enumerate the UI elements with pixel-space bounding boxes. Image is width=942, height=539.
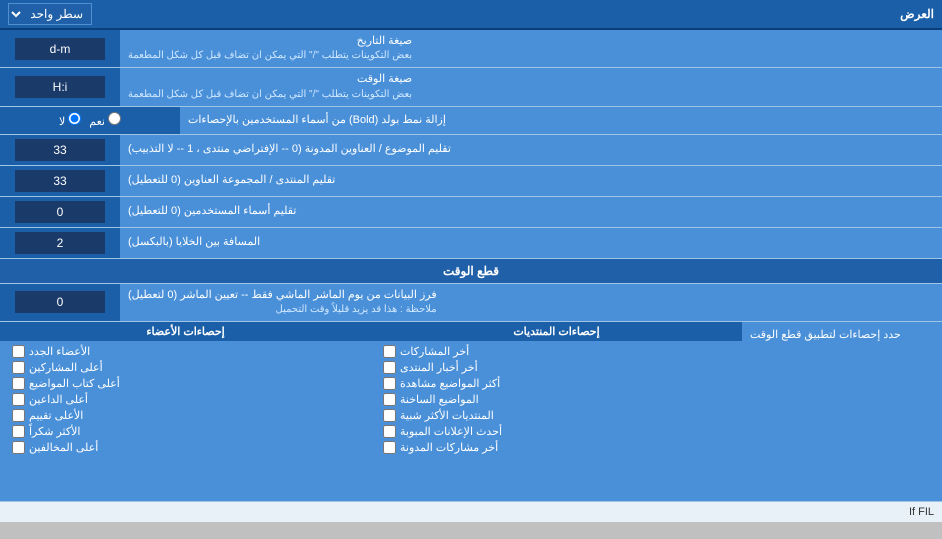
checkbox-posts-0: أخر المشاركات bbox=[379, 345, 734, 358]
checkbox-members-1: أعلى المشاركين bbox=[8, 361, 363, 374]
checkbox-members-0: الأعضاء الجدد bbox=[8, 345, 363, 358]
date-format-row: صيغة التاريخ بعض التكوينات يتطلب "/" الت… bbox=[0, 30, 942, 68]
bold-no-label: لا bbox=[59, 112, 81, 128]
members-checkbox-4[interactable] bbox=[12, 409, 25, 422]
cutoff-input-cell bbox=[0, 284, 120, 321]
checkbox-members-5: الأكثر شكراً bbox=[8, 425, 363, 438]
bold-no-radio[interactable] bbox=[68, 112, 81, 125]
posts-checkbox-6[interactable] bbox=[383, 441, 396, 454]
main-container: العرض سطر واحد سطران ثلاثة أسطر صيغة الت… bbox=[0, 0, 942, 522]
checkbox-posts-3: المواضيع الساخنة bbox=[379, 393, 734, 406]
posts-checkbox-1[interactable] bbox=[383, 361, 396, 374]
checkbox-posts-1: أخر أخبار المنتدى bbox=[379, 361, 734, 374]
members-checkbox-1[interactable] bbox=[12, 361, 25, 374]
trim-forum-row: تقليم المنتدى / المجموعة العناوين (0 للت… bbox=[0, 166, 942, 197]
posts-checkbox-4[interactable] bbox=[383, 409, 396, 422]
trim-users-label: تقليم أسماء المستخدمين (0 للتعطيل) bbox=[120, 197, 942, 227]
trim-users-input[interactable] bbox=[15, 201, 105, 223]
checkbox-posts-4: المنتديات الأكثر شبية bbox=[379, 409, 734, 422]
posts-checkbox-2[interactable] bbox=[383, 377, 396, 390]
display-dropdown[interactable]: سطر واحد سطران ثلاثة أسطر bbox=[8, 3, 92, 25]
trim-label: تقليم الموضوع / العناوين المدونة (0 -- ا… bbox=[120, 135, 942, 165]
bold-row: إزالة نمط بولد (Bold) من أسماء المستخدمي… bbox=[0, 107, 942, 135]
bold-label: إزالة نمط بولد (Bold) من أسماء المستخدمي… bbox=[180, 107, 942, 134]
cutoff-row: فرز البيانات من يوم الماشر الماشي فقط --… bbox=[0, 284, 942, 322]
header-row: العرض سطر واحد سطران ثلاثة أسطر bbox=[0, 0, 942, 30]
dropdown-wrapper: سطر واحد سطران ثلاثة أسطر bbox=[8, 3, 92, 25]
gap-row: المسافة بين الخلايا (بالبكسل) bbox=[0, 228, 942, 259]
cutoff-header: قطع الوقت bbox=[0, 259, 942, 284]
bottom-note: If FIL bbox=[0, 502, 942, 522]
checkbox-members-3: أعلى الداعين bbox=[8, 393, 363, 406]
date-format-label: صيغة التاريخ بعض التكوينات يتطلب "/" الت… bbox=[120, 30, 942, 67]
date-format-input[interactable] bbox=[15, 38, 105, 60]
checkbox-posts-5: أحدث الإعلانات المبوبة bbox=[379, 425, 734, 438]
date-format-input-cell bbox=[0, 30, 120, 67]
trim-row: تقليم الموضوع / العناوين المدونة (0 -- ا… bbox=[0, 135, 942, 166]
trim-forum-label: تقليم المنتدى / المجموعة العناوين (0 للت… bbox=[120, 166, 942, 196]
checkbox-posts-2: أكثر المواضيع مشاهدة bbox=[379, 377, 734, 390]
stats-area: حدد إحصاءات لتطبيق قطع الوقت إحصاءات الم… bbox=[0, 322, 942, 502]
cutoff-input[interactable] bbox=[15, 291, 105, 313]
members-checkboxes: الأعضاء الجدد أعلى المشاركين أعلى كتاب ا… bbox=[0, 341, 371, 461]
members-header: إحصاءات الأعضاء bbox=[0, 322, 371, 341]
members-checkbox-0[interactable] bbox=[12, 345, 25, 358]
gap-label: المسافة بين الخلايا (بالبكسل) bbox=[120, 228, 942, 258]
bold-yes-radio[interactable] bbox=[108, 112, 121, 125]
checkbox-members-4: الأعلى تقييم bbox=[8, 409, 363, 422]
posts-header: إحصاءات المنتديات bbox=[371, 322, 742, 341]
time-format-row: صيغة الوقت بعض التكوينات يتطلب "/" التي … bbox=[0, 68, 942, 106]
trim-users-row: تقليم أسماء المستخدمين (0 للتعطيل) bbox=[0, 197, 942, 228]
members-checkbox-3[interactable] bbox=[12, 393, 25, 406]
members-checkbox-2[interactable] bbox=[12, 377, 25, 390]
bold-radio-cell: نعم لا bbox=[0, 107, 180, 134]
time-format-input[interactable] bbox=[15, 76, 105, 98]
checkbox-posts-6: أخر مشاركات المدونة bbox=[379, 441, 734, 454]
posts-checkbox-5[interactable] bbox=[383, 425, 396, 438]
trim-forum-input-cell bbox=[0, 166, 120, 196]
trim-input[interactable] bbox=[15, 139, 105, 161]
time-format-label: صيغة الوقت بعض التكوينات يتطلب "/" التي … bbox=[120, 68, 942, 105]
members-checkboxes-col: إحصاءات الأعضاء الأعضاء الجدد أعلى المشا… bbox=[0, 322, 371, 501]
trim-users-input-cell bbox=[0, 197, 120, 227]
checkbox-members-2: أعلى كتاب المواضيع bbox=[8, 377, 363, 390]
trim-input-cell bbox=[0, 135, 120, 165]
time-format-input-cell bbox=[0, 68, 120, 105]
posts-checkbox-3[interactable] bbox=[383, 393, 396, 406]
posts-checkbox-0[interactable] bbox=[383, 345, 396, 358]
trim-forum-input[interactable] bbox=[15, 170, 105, 192]
bold-radio-group: نعم لا bbox=[59, 112, 121, 128]
members-checkbox-6[interactable] bbox=[12, 441, 25, 454]
members-checkbox-5[interactable] bbox=[12, 425, 25, 438]
cutoff-label: فرز البيانات من يوم الماشر الماشي فقط --… bbox=[120, 284, 942, 321]
gap-input[interactable] bbox=[15, 232, 105, 254]
bold-yes-label: نعم bbox=[89, 112, 121, 128]
posts-checkboxes-col: إحصاءات المنتديات أخر المشاركات أخر أخبا… bbox=[371, 322, 742, 501]
stats-label: حدد إحصاءات لتطبيق قطع الوقت bbox=[742, 322, 942, 501]
posts-checkboxes: أخر المشاركات أخر أخبار المنتدى أكثر الم… bbox=[371, 341, 742, 461]
header-label: العرض bbox=[900, 7, 934, 21]
checkbox-members-6: أعلى المخالفين bbox=[8, 441, 363, 454]
gap-input-cell bbox=[0, 228, 120, 258]
